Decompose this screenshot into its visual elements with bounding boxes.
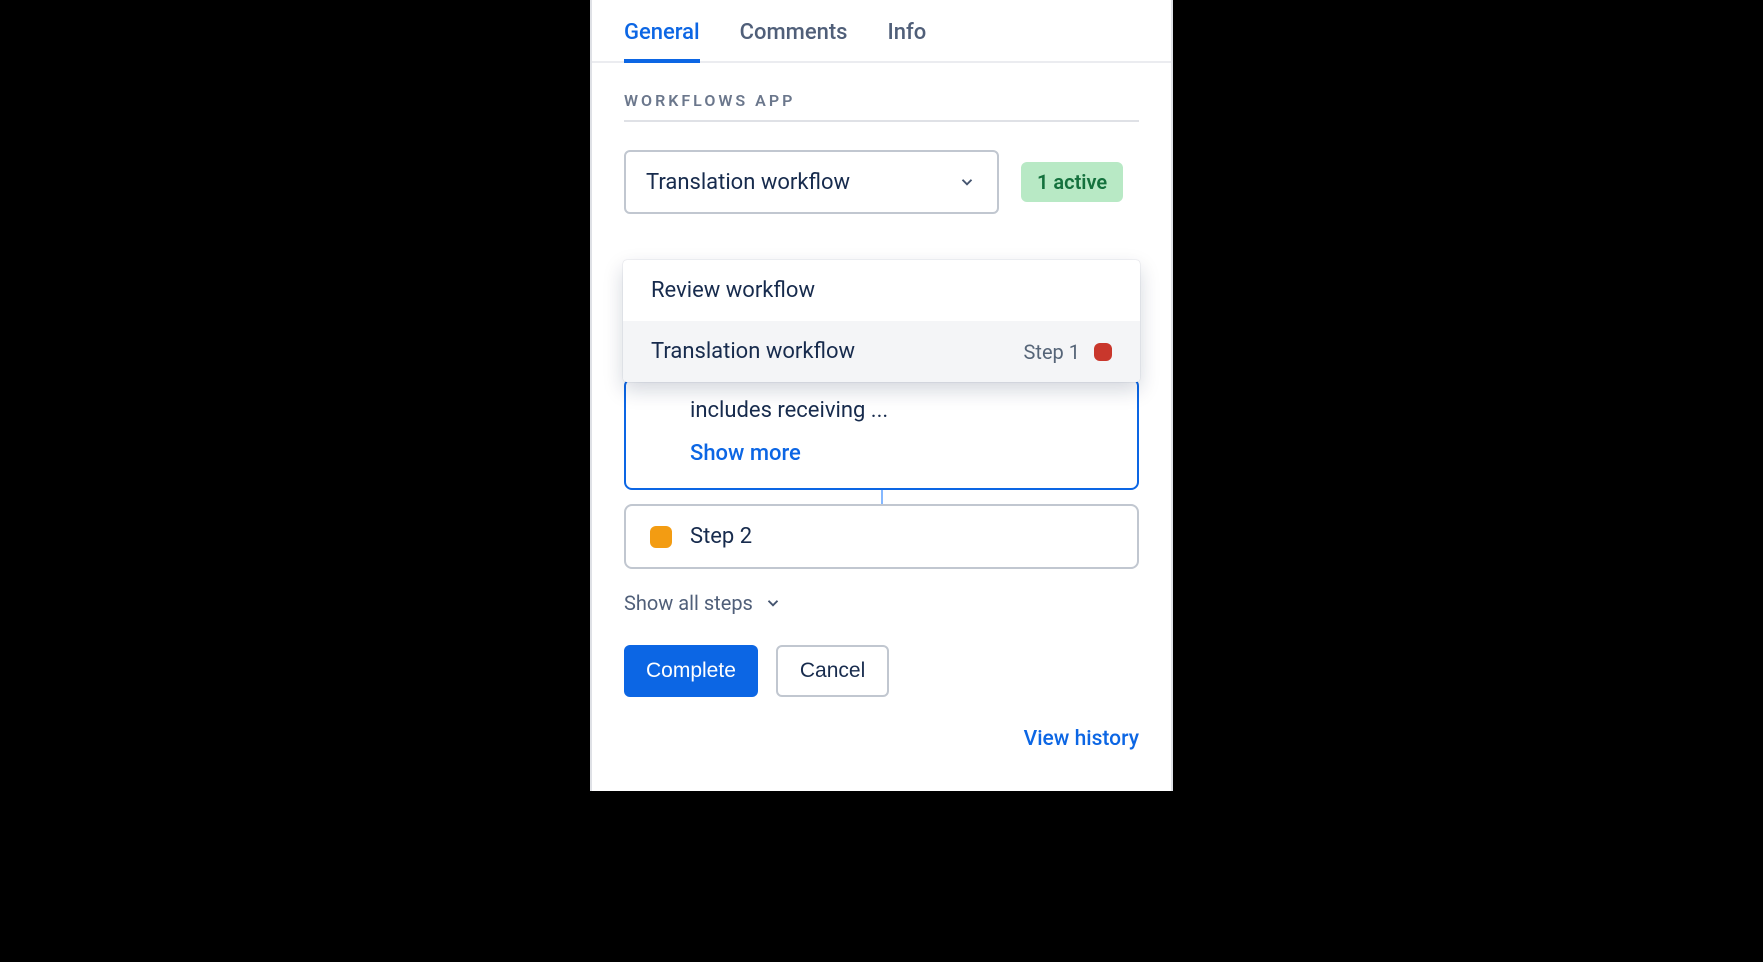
tabs: General Comments Info: [592, 0, 1171, 63]
tab-info[interactable]: Info: [888, 20, 927, 63]
section-title: WORKFLOWS APP: [624, 91, 1139, 122]
side-panel: General Comments Info WORKFLOWS APP Tran…: [590, 0, 1173, 791]
show-more-link[interactable]: Show more: [690, 441, 801, 466]
tab-comments[interactable]: Comments: [740, 20, 848, 63]
workflow-select-row: Translation workflow 1 active: [624, 150, 1139, 214]
chevron-down-icon: [957, 172, 977, 192]
step-connector: [881, 490, 883, 504]
action-buttons: Complete Cancel: [624, 645, 1139, 697]
active-count-badge: 1 active: [1021, 162, 1123, 202]
step-2-label: Step 2: [690, 524, 752, 549]
show-all-label: Show all steps: [624, 591, 753, 615]
step-status-square: [650, 526, 672, 548]
status-dot-icon: [1094, 343, 1112, 361]
dropdown-item-label: Translation workflow: [651, 339, 855, 364]
current-step-wrapper: includes receiving ... Show more Step 2: [624, 378, 1139, 569]
dropdown-item-meta: Step 1: [1024, 340, 1112, 364]
dropdown-step-label: Step 1: [1024, 340, 1080, 364]
workflow-dropdown: Review workflow Translation workflow Ste…: [623, 260, 1140, 382]
dropdown-item-review[interactable]: Review workflow: [623, 260, 1140, 321]
chevron-down-icon: [763, 593, 783, 613]
step-description-truncated: includes receiving ...: [690, 398, 1105, 423]
step-2-card[interactable]: Step 2: [624, 504, 1139, 569]
tab-general[interactable]: General: [624, 20, 700, 63]
workflow-select[interactable]: Translation workflow: [624, 150, 999, 214]
dropdown-item-translation[interactable]: Translation workflow Step 1: [623, 321, 1140, 382]
complete-button[interactable]: Complete: [624, 645, 758, 697]
show-all-steps-toggle[interactable]: Show all steps: [624, 591, 1139, 615]
dropdown-item-label: Review workflow: [651, 278, 815, 303]
current-step-card[interactable]: includes receiving ... Show more: [624, 378, 1139, 490]
cancel-button[interactable]: Cancel: [776, 645, 889, 697]
workflow-select-value: Translation workflow: [646, 170, 850, 195]
view-history-link[interactable]: View history: [592, 697, 1171, 751]
